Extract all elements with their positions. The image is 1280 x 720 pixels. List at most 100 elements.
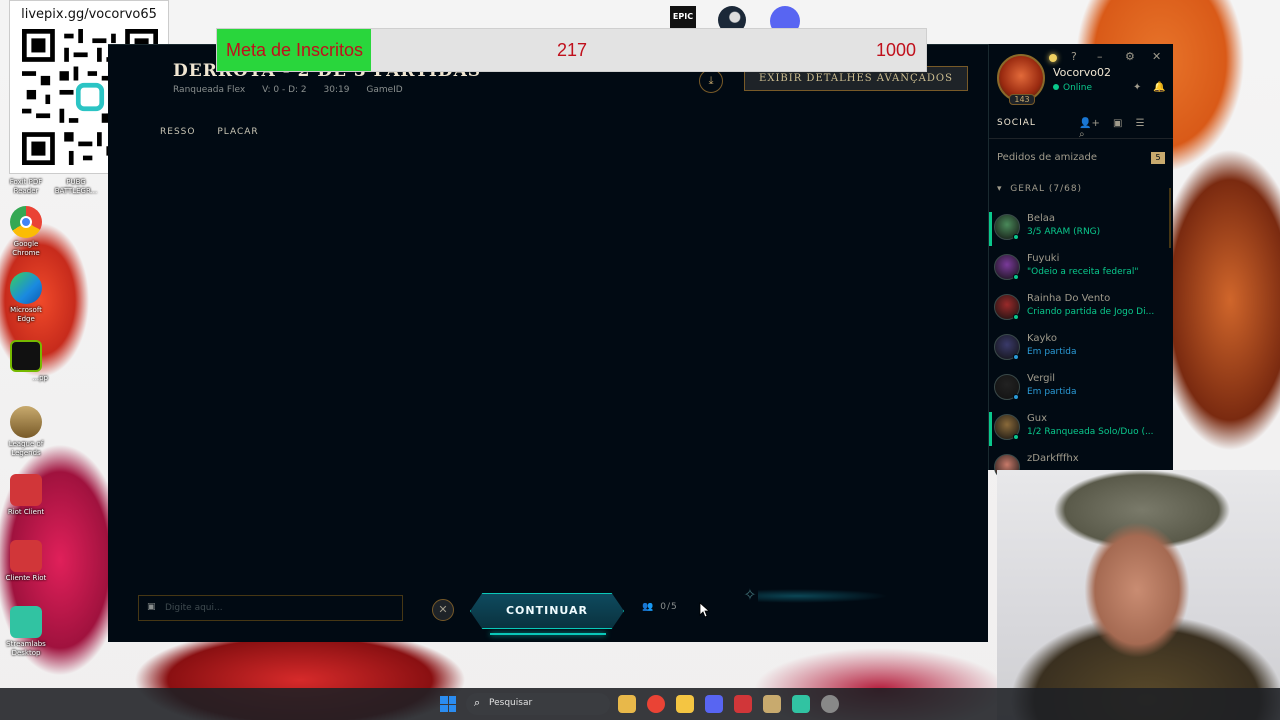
friend-status-dot: [1013, 394, 1019, 400]
help-icon[interactable]: ?: [1071, 50, 1077, 63]
desktop-icon-pubg[interactable]: PUBG BATTLEGR...: [50, 176, 102, 196]
friend-status: Em partida: [1027, 347, 1077, 357]
friend-item[interactable]: Belaa 3/5 ARAM (RNG): [989, 210, 1169, 250]
edge-icon: [10, 272, 42, 304]
streamlabs-icon: [10, 606, 42, 638]
riot-icon[interactable]: [734, 695, 752, 713]
social-sidebar: 143 Vocorvo02 Online ? – ⚙ ✕ ✦ 🔔 SOCIAL …: [988, 44, 1173, 480]
players-icon: 👥: [642, 602, 655, 612]
desktop-icon-label: Riot Client: [7, 508, 45, 516]
notification-indicator: [1049, 54, 1057, 62]
friend-item[interactable]: Rainha Do Vento Criando partida de Jogo D…: [989, 290, 1169, 330]
friend-status: "Odeio a receita federal": [1027, 267, 1139, 277]
league-client-postgame: DERROTA - 2 DE 3 PARTIDAS Ranqueada Flex…: [108, 44, 988, 642]
friend-name: Vergil: [1027, 373, 1056, 384]
desktop-icon-label: Microsoft Edge: [10, 306, 42, 323]
postgame-tabs: RESSO PLACAR: [160, 127, 277, 137]
qr-url: livepix.gg/vocorvo65: [21, 7, 157, 22]
desktop-icon-chrome[interactable]: Google Chrome: [4, 206, 48, 258]
friend-status: Em partida: [1027, 387, 1077, 397]
friend-group-header[interactable]: ▾ GERAL (7/68): [997, 184, 1082, 194]
add-friend-icon[interactable]: 👤+: [1079, 118, 1100, 129]
friend-status-dot: [1013, 314, 1019, 320]
continue-underline: [490, 633, 606, 635]
game-id-copy[interactable]: GameID: [366, 85, 402, 95]
in-game-indicator: [989, 412, 992, 446]
divider: [989, 138, 1173, 139]
league-icon[interactable]: [763, 695, 781, 713]
honor-icon[interactable]: ✧: [738, 585, 762, 607]
friend-name: zDarkfffhx: [1027, 453, 1079, 464]
friend-name: Kayko: [1027, 333, 1057, 344]
list-view-icon[interactable]: ☰: [1136, 118, 1145, 129]
desktop-icon-nvidia[interactable]: ...pp: [4, 340, 48, 383]
honor-glow: [758, 589, 888, 603]
win-loss-record: V: 0 - D: 2: [262, 85, 307, 95]
riot-icon: [10, 540, 42, 572]
friend-status: Criando partida de Jogo Di...: [1027, 307, 1155, 317]
notifications-icon[interactable]: 🔔: [1153, 82, 1165, 93]
missions-icon[interactable]: ✦: [1133, 82, 1141, 93]
friend-status: 1/2 Ranqueada Solo/Duo (...: [1027, 427, 1154, 437]
summoner-name[interactable]: Vocorvo02: [1053, 66, 1111, 79]
close-icon[interactable]: ✕: [432, 599, 454, 621]
desktop-icon-league[interactable]: League of Legends: [4, 406, 48, 458]
friend-item[interactable]: Gux 1/2 Ranqueada Solo/Duo (...: [989, 410, 1169, 450]
summoner-level: 143: [1009, 94, 1035, 105]
friend-item[interactable]: Kayko Em partida: [989, 330, 1169, 370]
friend-status-dot: [1013, 434, 1019, 440]
search-placeholder: Pesquisar: [489, 698, 533, 708]
postgame-chat: ▣: [138, 595, 403, 621]
desktop-icon-foxit[interactable]: Foxit PDF Reader: [4, 176, 48, 196]
desktop-icon-label: PUBG BATTLEGR...: [54, 178, 98, 195]
subscriber-goal-bar: Meta de Inscritos 217 1000: [216, 28, 927, 72]
in-game-indicator: [989, 212, 992, 246]
search-icon: ⌕: [474, 696, 481, 709]
group-label: GERAL (7/68): [1010, 184, 1083, 194]
social-header: SOCIAL: [997, 118, 1036, 128]
game-duration: 30:19: [323, 85, 350, 95]
friend-status: 3/5 ARAM (RNG): [1027, 227, 1101, 237]
desktop-icon-cliente-riot[interactable]: Cliente Riot: [4, 540, 48, 583]
settings-icon[interactable]: ⚙: [1125, 50, 1135, 63]
friend-requests[interactable]: Pedidos de amizade: [997, 152, 1097, 163]
desktop-icon-label: Cliente Riot: [5, 574, 47, 582]
chrome-icon: [10, 206, 42, 238]
chat-input[interactable]: [165, 600, 395, 616]
tab-placar[interactable]: PLACAR: [217, 127, 258, 137]
continue-button[interactable]: CONTINUAR: [470, 593, 624, 629]
desktop-icon-streamlabs[interactable]: Streamlabs Desktop: [4, 606, 48, 658]
friend-item[interactable]: Vergil Em partida: [989, 370, 1169, 410]
friend-name: Gux: [1027, 413, 1048, 424]
windows-start-icon[interactable]: [440, 696, 456, 712]
store-icon[interactable]: [618, 695, 636, 713]
summoner-status[interactable]: Online: [1053, 83, 1092, 93]
taskbar-search[interactable]: ⌕ Pesquisar: [466, 693, 610, 715]
desktop-icon-riot-client[interactable]: Riot Client: [4, 474, 48, 517]
goal-target: 1000: [875, 40, 916, 60]
streamlabs-icon[interactable]: [792, 695, 810, 713]
close-client-icon[interactable]: ✕: [1152, 50, 1161, 63]
friend-item[interactable]: Fuyuki "Odeio a receita federal": [989, 250, 1169, 290]
settings-icon[interactable]: [821, 695, 839, 713]
friend-name: Fuyuki: [1027, 253, 1060, 264]
friend-requests-badge: 5: [1151, 152, 1165, 164]
discord-icon[interactable]: [705, 695, 723, 713]
friend-list-scrollbar[interactable]: [1169, 188, 1171, 248]
taskbar: ⌕ Pesquisar: [0, 688, 1280, 720]
friend-status-dot: [1013, 354, 1019, 360]
explorer-icon[interactable]: [676, 695, 694, 713]
status-text: Online: [1063, 83, 1093, 93]
tab-progresso[interactable]: RESSO: [160, 127, 195, 137]
friend-name: Belaa: [1027, 213, 1056, 224]
add-folder-icon[interactable]: ▣: [1113, 118, 1122, 129]
chrome-icon[interactable]: [647, 695, 665, 713]
friend-status-dot: [1013, 234, 1019, 240]
desktop-icon-edge[interactable]: Microsoft Edge: [4, 272, 48, 324]
desktop-icon-label: ...pp: [32, 374, 48, 382]
minimize-icon[interactable]: –: [1097, 50, 1103, 63]
download-icon[interactable]: ⤓: [699, 69, 723, 93]
chat-mute-icon[interactable]: ▣: [147, 602, 159, 612]
goal-current: 217: [557, 40, 588, 60]
desktop-icon-label: Streamlabs Desktop: [6, 640, 46, 657]
